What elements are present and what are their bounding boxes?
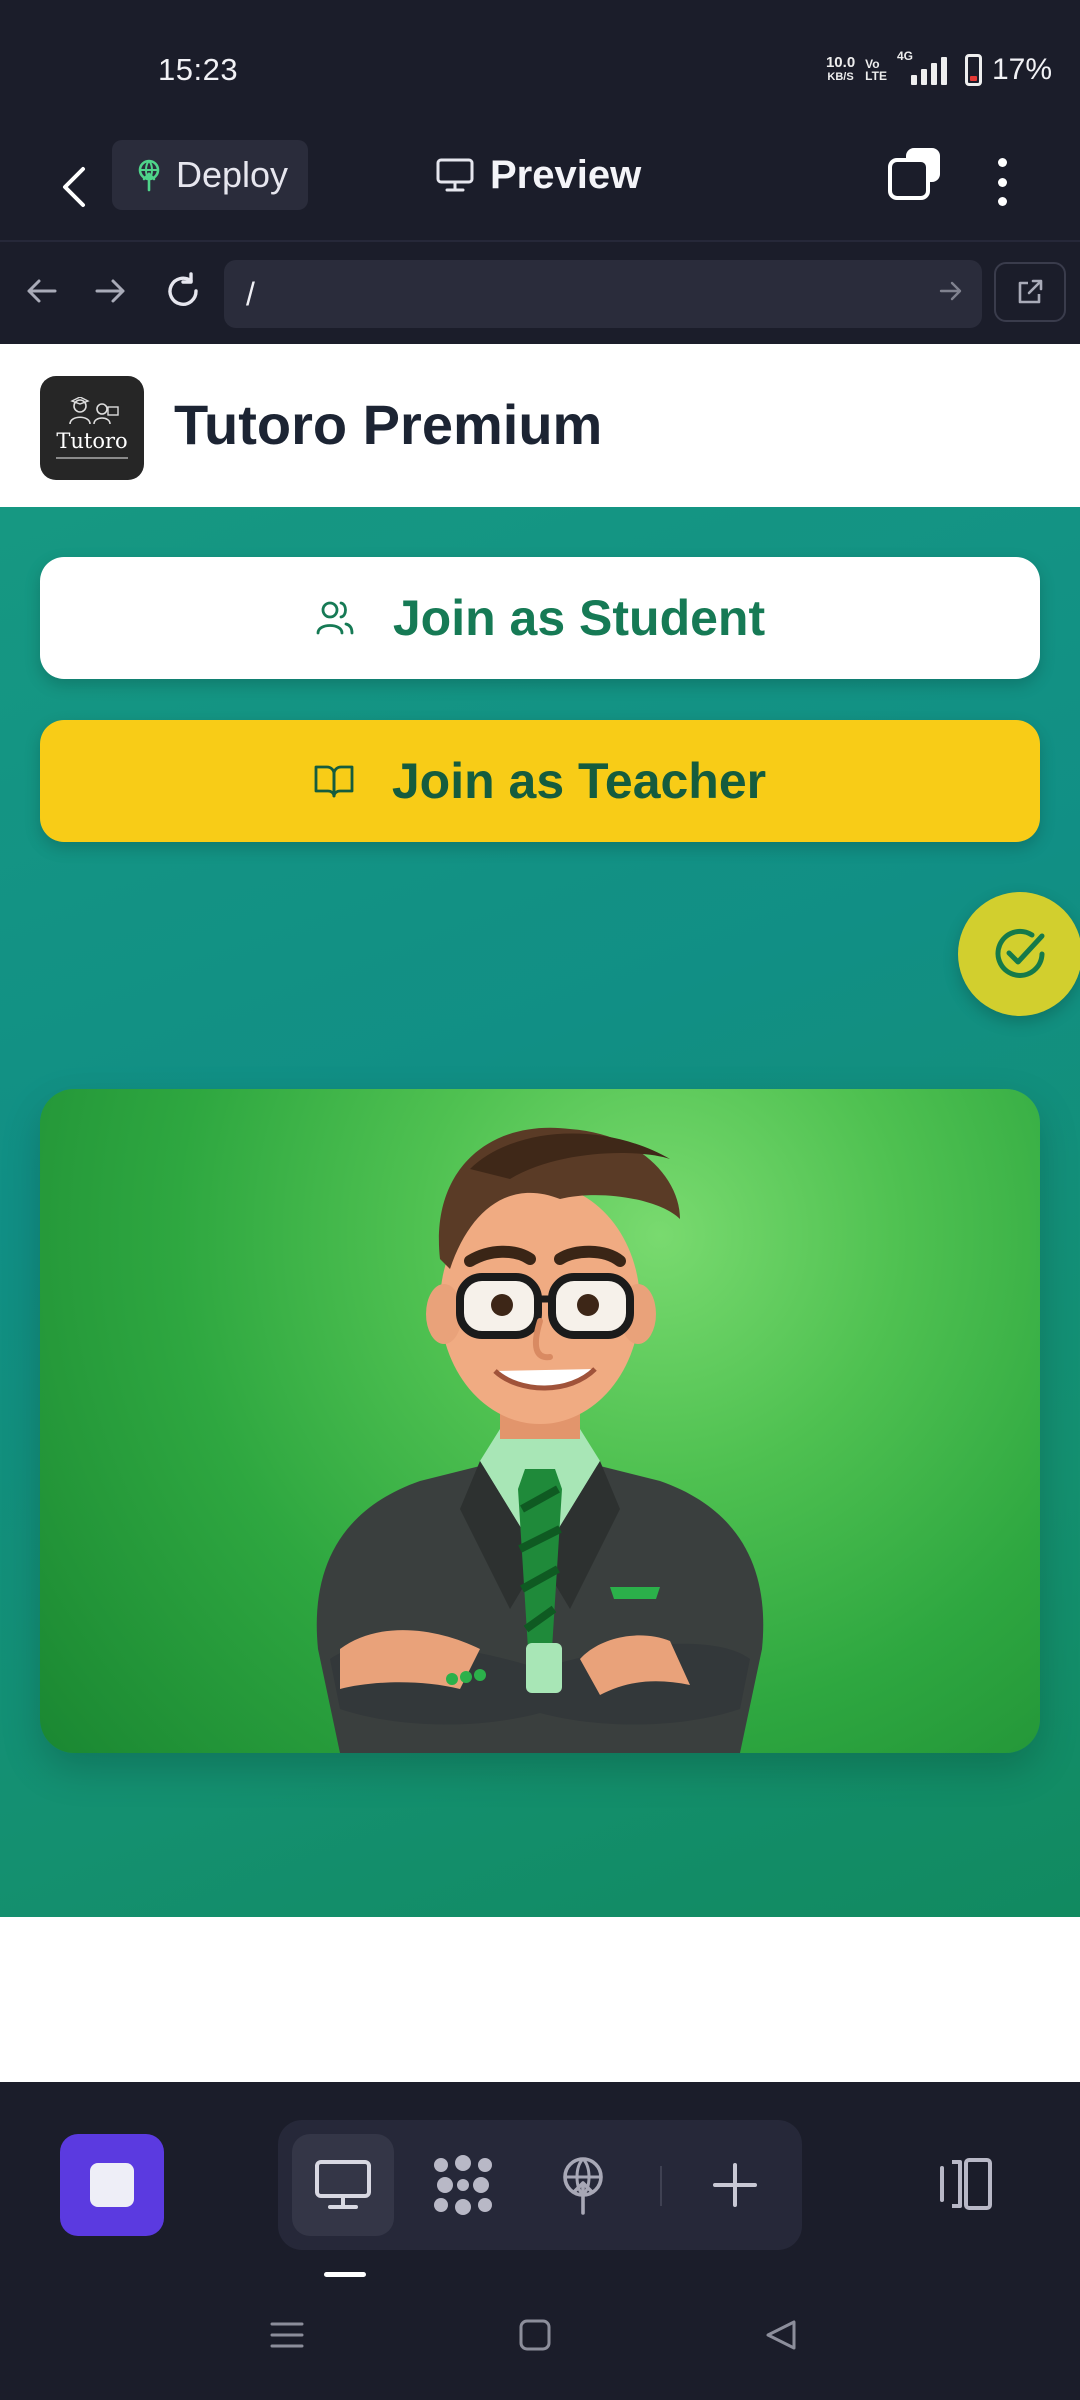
external-link-icon <box>1018 279 1043 304</box>
logo-tagline-line <box>56 457 128 459</box>
url-input[interactable]: / <box>224 260 982 328</box>
signal-icon: 4G <box>897 49 955 87</box>
battery-icon <box>964 54 982 86</box>
go-arrow-icon[interactable] <box>938 278 964 304</box>
active-indicator <box>324 2272 366 2277</box>
home-button[interactable] <box>510 2310 560 2360</box>
square-icon <box>519 2319 551 2351</box>
deploy-globe-icon <box>563 2157 603 2215</box>
book-open-icon <box>314 765 354 798</box>
check-fab-button[interactable] <box>958 892 1080 1016</box>
split-view-button[interactable] <box>936 2154 996 2214</box>
volte-bottom: LTE <box>865 69 887 83</box>
browser-nav-bar: / <box>0 244 1080 344</box>
recents-button[interactable] <box>262 2310 312 2360</box>
deploy-button[interactable]: Deploy <box>112 140 308 210</box>
agents-mode-button[interactable] <box>412 2134 514 2236</box>
join-teacher-label: Join as Teacher <box>391 753 767 809</box>
status-indicators: 10.0 KB/S Vo LTE 4G 17% <box>825 49 1052 90</box>
join-teacher-button[interactable]: Join as Teacher <box>40 720 1040 842</box>
status-time: 15:23 <box>158 52 239 87</box>
deploy-mode-button[interactable] <box>532 2134 634 2236</box>
status-bar: 15:23 10.0 KB/S Vo LTE 4G 17% <box>0 0 1080 140</box>
deploy-upload-icon <box>138 159 160 192</box>
grid-dots-icon <box>434 2155 492 2215</box>
chevron-left-icon <box>63 167 85 207</box>
app-toolbar: Deploy Preview <box>0 140 1080 242</box>
more-options-button[interactable] <box>990 152 1014 212</box>
battery-percent: 17% <box>991 53 1052 86</box>
triangle-back-icon <box>766 2320 796 2350</box>
browser-back-button[interactable] <box>16 266 66 316</box>
site-title: Tutoro Premium <box>174 393 603 456</box>
net-speed-unit: KB/S <box>827 71 854 83</box>
tabs-button[interactable] <box>884 148 940 204</box>
preview-label: Preview <box>490 152 642 197</box>
arrow-right-icon <box>95 279 125 303</box>
add-button[interactable] <box>684 2134 786 2236</box>
bottom-dock <box>0 2082 1080 2280</box>
monitor-icon <box>436 158 474 192</box>
teacher-illustration <box>40 1089 1040 1753</box>
net-speed-value: 10.0 <box>825 54 856 71</box>
plus-icon <box>713 2163 757 2207</box>
join-student-button[interactable]: Join as Student <box>40 557 1040 679</box>
reload-icon <box>168 272 198 306</box>
check-circle-icon <box>995 928 1045 978</box>
webview: Tutoro Tutoro Premium Join as Student Jo… <box>0 344 1080 2082</box>
system-nav-bar <box>0 2280 1080 2400</box>
back-button[interactable] <box>52 152 96 222</box>
url-text: / <box>246 275 255 312</box>
deploy-label: Deploy <box>176 154 289 195</box>
site-header: Tutoro Tutoro Premium <box>0 344 1080 507</box>
stop-icon <box>90 2163 134 2207</box>
logo-text: Tutoro <box>56 429 128 453</box>
browser-forward-button[interactable] <box>86 266 136 316</box>
arrow-left-icon <box>27 279 57 303</box>
tutor-figures-icon <box>69 397 119 425</box>
users-icon <box>316 601 354 635</box>
join-student-label: Join as Student <box>392 590 766 646</box>
monitor-icon <box>315 2160 371 2209</box>
site-logo[interactable]: Tutoro <box>40 376 144 480</box>
preview-mode-button[interactable] <box>292 2134 394 2236</box>
reload-button[interactable] <box>158 266 208 316</box>
volte-indicator: Vo LTE <box>865 58 887 82</box>
network-speed: 10.0 KB/S <box>825 54 856 84</box>
preview-tab[interactable]: Preview <box>436 140 641 210</box>
tabs-icon <box>888 158 930 200</box>
stop-button[interactable] <box>60 2134 164 2236</box>
divider <box>660 2166 662 2206</box>
open-external-button[interactable] <box>994 262 1066 322</box>
teacher-character-image <box>316 1127 764 1753</box>
system-back-button[interactable] <box>756 2310 806 2360</box>
network-type: 4G <box>896 49 913 63</box>
menu-lines-icon <box>270 2322 304 2348</box>
view-mode-group <box>278 2120 802 2250</box>
hero-section: Join as Student Join as Teacher <box>0 507 1080 1917</box>
split-view-icon <box>940 2158 992 2210</box>
